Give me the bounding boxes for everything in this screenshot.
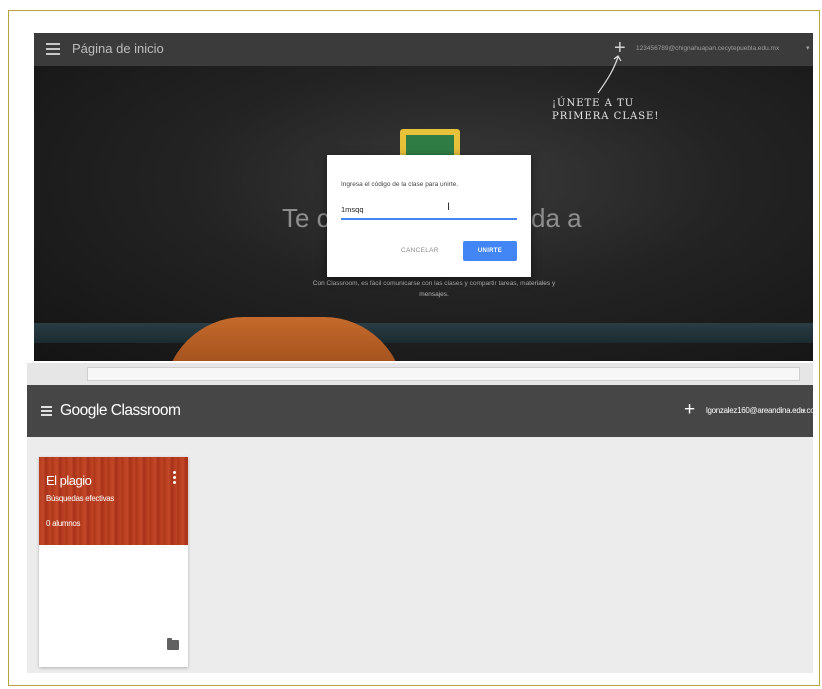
account-email[interactable]: lgonzalez160@areandina.edu.co bbox=[706, 406, 813, 415]
chalkboard-ledge bbox=[34, 323, 813, 343]
class-card-header[interactable]: El plagio Búsquedas efectivas 0 alumnos bbox=[39, 457, 188, 545]
add-class-plus-icon[interactable]: + bbox=[684, 399, 695, 421]
join-first-class-hint: ¡ÚNETE A TU PRIMERA CLASE! bbox=[552, 98, 660, 122]
class-section: Búsquedas efectivas bbox=[46, 494, 115, 503]
hamburger-menu-icon[interactable] bbox=[46, 43, 60, 55]
welcome-subtext: Con Classroom, es fácil comunicarse con … bbox=[312, 280, 556, 298]
cancel-button[interactable]: CANCELAR bbox=[401, 247, 439, 254]
account-dropdown-icon[interactable]: ▾ bbox=[802, 407, 806, 415]
hamburger-menu-icon[interactable] bbox=[41, 406, 52, 416]
join-button[interactable]: UNIRTE bbox=[463, 241, 517, 261]
classroom-screenshot: Google Classroom + lgonzalez160@areandin… bbox=[27, 363, 813, 673]
input-underline bbox=[341, 218, 517, 220]
top-app-bar: Página de inicio + 123456789@chignahuapa… bbox=[34, 33, 813, 66]
class-title[interactable]: El plagio bbox=[46, 473, 92, 488]
account-dropdown-icon[interactable]: ▾ bbox=[806, 44, 810, 52]
join-class-dialog: Ingresa el código de la clase para unirt… bbox=[327, 155, 531, 277]
classroom-app-bar: Google Classroom + lgonzalez160@areandin… bbox=[27, 385, 813, 437]
address-bar[interactable] bbox=[87, 367, 800, 381]
folder-icon[interactable] bbox=[167, 638, 179, 650]
student-count: 0 alumnos bbox=[46, 519, 81, 528]
more-options-icon[interactable] bbox=[173, 471, 177, 485]
welcome-text-right: da a bbox=[531, 203, 582, 233]
browser-strip bbox=[27, 363, 813, 385]
class-code-input[interactable]: 1msqq bbox=[341, 205, 364, 214]
text-cursor-icon: I bbox=[447, 201, 451, 213]
class-card[interactable]: El plagio Búsquedas efectivas 0 alumnos bbox=[39, 457, 188, 667]
join-class-screenshot: Página de inicio + 123456789@chignahuapa… bbox=[34, 33, 813, 361]
welcome-text-left: Te c bbox=[282, 203, 330, 233]
dialog-prompt: Ingresa el código de la clase para unirt… bbox=[341, 181, 459, 188]
page-title: Página de inicio bbox=[72, 41, 164, 56]
app-title: Google Classroom bbox=[60, 402, 181, 419]
hint-arrow-icon bbox=[597, 55, 622, 94]
account-email[interactable]: 123456789@chignahuapan.cecytepuebla.edu.… bbox=[636, 45, 779, 52]
